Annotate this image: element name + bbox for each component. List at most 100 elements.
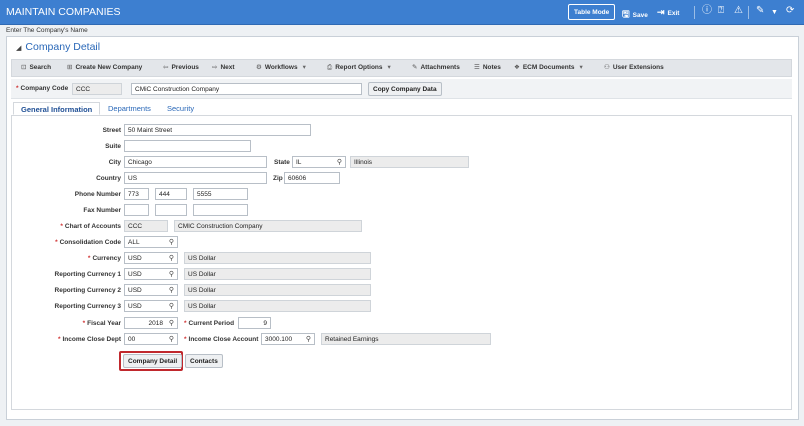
notes-icon: ☰	[474, 64, 480, 71]
search-icon[interactable]: ⚲	[306, 335, 311, 343]
state-label: State	[274, 159, 290, 166]
fiscal-year-field[interactable]: 2018 ⚲	[124, 317, 178, 329]
exit-icon: ⇥	[657, 7, 665, 17]
workflow-icon: ⚙	[256, 64, 262, 71]
company-detail-button[interactable]: Company Detail	[123, 354, 183, 368]
previous-button[interactable]: ⇦ Previous	[163, 63, 199, 71]
state-name-field: Illinois	[350, 156, 469, 168]
currency-field[interactable]: USD ⚲	[124, 252, 178, 264]
fiscal-year-label: * Fiscal Year	[82, 320, 121, 327]
state-field[interactable]: IL ⚲	[292, 156, 346, 168]
warning-icon[interactable]: ⚠	[734, 5, 743, 17]
zip-field[interactable]: 60606	[284, 172, 340, 184]
reporting-currency-2-label: Reporting Currency 2	[54, 287, 121, 294]
arrow-right-icon: ⇨	[212, 64, 218, 71]
workflows-menu[interactable]: ⚙ Workflows ▾	[256, 63, 306, 71]
arrow-left-icon: ⇦	[163, 64, 169, 71]
street-field[interactable]: 50 Maint Street	[124, 124, 311, 136]
current-period-label: * Current Period	[184, 320, 235, 327]
copy-company-data-button[interactable]: Copy Company Data	[368, 82, 442, 96]
chevron-down-icon: ▾	[387, 64, 391, 71]
reporting-currency-1-field[interactable]: USD ⚲	[124, 268, 178, 280]
fax-line-field[interactable]	[193, 204, 248, 216]
reporting-currency-1-label: Reporting Currency 1	[54, 271, 121, 278]
suite-label: Suite	[105, 143, 121, 150]
edit-icon[interactable]: ✎	[756, 5, 764, 17]
country-field[interactable]: US	[124, 172, 267, 184]
reporting-currency-3-field[interactable]: USD ⚲	[124, 300, 178, 312]
print-icon: ⎙	[327, 64, 333, 71]
income-close-account-field[interactable]: 3000.100 ⚲	[261, 333, 315, 345]
country-label: Country	[96, 175, 121, 182]
reporting-currency-2-name: US Dollar	[184, 284, 371, 296]
panel-title[interactable]: ◢ Company Detail	[16, 41, 100, 53]
search-icon[interactable]: ⚲	[169, 254, 174, 262]
add-icon: ⊞	[67, 64, 73, 71]
fax-area-field[interactable]	[124, 204, 149, 216]
contacts-button[interactable]: Contacts	[185, 354, 223, 368]
currency-label: * Currency	[87, 255, 121, 262]
table-mode-button[interactable]: Table Mode	[568, 4, 616, 20]
save-button[interactable]: 🖫 Save	[622, 7, 648, 23]
document-icon: ❖	[514, 64, 520, 71]
consolidation-code-label: * Consolidation Code	[55, 239, 121, 246]
fax-label: Fax Number	[83, 207, 121, 214]
reporting-currency-3-label: Reporting Currency 3	[54, 303, 121, 310]
search-icon[interactable]: ⚲	[169, 302, 174, 310]
tab-general-information[interactable]: General Information	[13, 102, 101, 115]
company-code-field[interactable]: CCC	[72, 83, 122, 95]
toolbar-divider	[694, 6, 695, 19]
chart-of-accounts-name: CMIC Construction Company	[174, 220, 362, 232]
chevron-down-icon: ▾	[579, 64, 583, 71]
save-icon: 🖫	[622, 9, 630, 19]
info-icon[interactable]: ⓘ	[702, 5, 712, 17]
chart-of-accounts-field: CCC	[124, 220, 168, 232]
app-title: MAINTAIN COMPANIES	[6, 6, 121, 18]
phone-area-field[interactable]: 773	[124, 188, 149, 200]
phone-line-field[interactable]: 5555	[193, 188, 248, 200]
report-options-menu[interactable]: ⎙ Report Options ▾	[327, 63, 391, 72]
reporting-currency-1-name: US Dollar	[184, 268, 371, 280]
income-close-dept-field[interactable]: 00 ⚲	[124, 333, 178, 345]
tab-security[interactable]: Security	[167, 104, 194, 113]
next-button[interactable]: ⇨ Next	[212, 63, 235, 71]
phone-prefix-field[interactable]: 444	[155, 188, 187, 200]
reporting-currency-2-field[interactable]: USD ⚲	[124, 284, 178, 296]
attachments-button[interactable]: ✎ Attachments	[412, 63, 460, 71]
notes-button[interactable]: ☰ Notes	[474, 63, 501, 71]
search-icon[interactable]: ⚲	[169, 286, 174, 294]
tab-departments[interactable]: Departments	[108, 104, 151, 113]
search-icon[interactable]: ⚲	[169, 238, 174, 246]
paperclip-icon: ✎	[412, 64, 418, 71]
search-icon[interactable]: ⚲	[169, 270, 174, 278]
fax-prefix-field[interactable]	[155, 204, 187, 216]
users-icon: ⚇	[604, 64, 610, 71]
company-name-field[interactable]: CMiC Construction Company	[131, 83, 362, 95]
search-icon[interactable]: ⚲	[337, 158, 342, 166]
phone-label: Phone Number	[74, 191, 121, 198]
refresh-icon[interactable]: ⟳	[786, 5, 794, 17]
search-button[interactable]: ⊡ Search	[21, 63, 51, 71]
ecm-documents-menu[interactable]: ❖ ECM Documents ▾	[514, 63, 583, 71]
income-close-account-name: Retained Earnings	[321, 333, 491, 345]
company-code-label: * Company Code	[16, 85, 69, 92]
city-label: City	[108, 159, 121, 166]
exit-button[interactable]: ⇥ Exit	[657, 7, 679, 18]
city-field[interactable]: Chicago	[124, 156, 267, 168]
reporting-currency-3-name: US Dollar	[184, 300, 371, 312]
consolidation-code-field[interactable]: ALL ⚲	[124, 236, 178, 248]
chevron-down-icon[interactable]: ▼	[771, 7, 778, 19]
currency-name-field: US Dollar	[184, 252, 371, 264]
income-close-account-label: * Income Close Account	[184, 336, 259, 343]
current-period-field[interactable]: 9	[238, 317, 271, 329]
collapse-icon[interactable]: ◢	[16, 45, 21, 52]
help-icon[interactable]: ⍰	[718, 5, 724, 17]
chart-of-accounts-label: * Chart of Accounts	[60, 223, 121, 230]
toolbar-divider	[748, 6, 749, 19]
create-new-company-button[interactable]: ⊞ Create New Company	[67, 63, 142, 71]
zip-label: Zip	[273, 175, 283, 182]
user-extensions-button[interactable]: ⚇ User Extensions	[604, 63, 664, 71]
search-icon[interactable]: ⚲	[169, 319, 174, 327]
suite-field[interactable]	[124, 140, 251, 152]
search-icon[interactable]: ⚲	[169, 335, 174, 343]
